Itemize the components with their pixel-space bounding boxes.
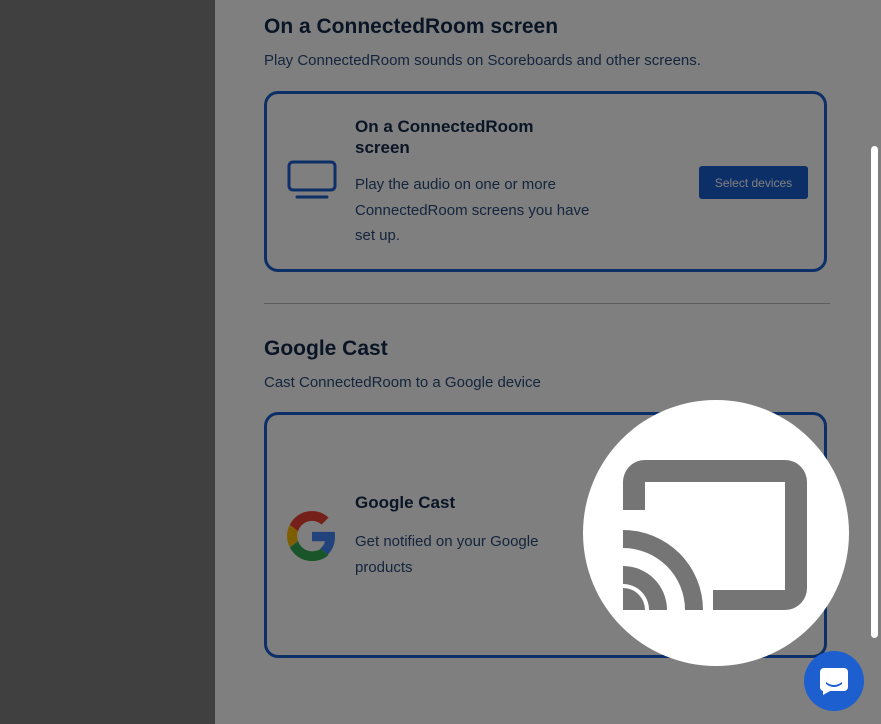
google-cast-section-title: Google Cast [264, 337, 388, 360]
google-cast-section-description: Cast ConnectedRoom to a Google device [264, 374, 541, 391]
scrollbar[interactable] [871, 146, 878, 638]
chat-button[interactable] [804, 651, 864, 711]
connectedroom-card: On a ConnectedRoom screen Play the audio… [264, 91, 827, 272]
connectedroom-section-title: On a ConnectedRoom screen [264, 15, 559, 38]
chat-bubble-icon [820, 668, 848, 695]
connectedroom-card-description: Play the audio on one or more ConnectedR… [355, 176, 590, 244]
connectedroom-section-description: Play ConnectedRoom sounds on Scoreboards… [264, 52, 701, 69]
left-pane [0, 0, 215, 724]
select-devices-button[interactable]: Select devices [699, 166, 808, 199]
google-cast-card-title: Google Cast [355, 493, 456, 512]
google-g-icon [287, 511, 336, 561]
tv-icon [287, 160, 337, 199]
google-cast-card-description: Get notified on your Google products [355, 533, 539, 576]
section-divider [264, 303, 830, 304]
cast-icon[interactable] [623, 460, 807, 610]
connectedroom-card-title: On a ConnectedRoom screen [355, 117, 534, 157]
